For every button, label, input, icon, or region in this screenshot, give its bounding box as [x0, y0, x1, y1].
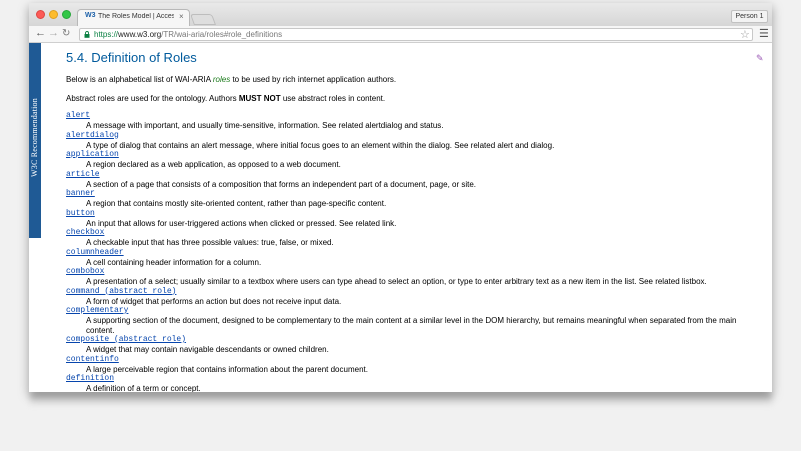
role-description: A cell containing header information for… [86, 257, 262, 267]
abstract-text-end: use abstract roles in content. [280, 94, 386, 103]
url-scheme: https:// [94, 30, 119, 39]
lock-icon [84, 31, 90, 38]
role-description: An input that allows for user-triggered … [86, 218, 397, 228]
intro-text-start: Below is an alphabetical list of WAI-ARI… [66, 75, 213, 84]
browser-window: W3 The Roles Model | Accessi × Person 1 … [29, 3, 772, 392]
title-bar: W3 The Roles Model | Accessi × Person 1 [29, 3, 772, 26]
browser-tab[interactable]: W3 The Roles Model | Accessi × [77, 9, 190, 26]
role-term-link[interactable]: combobox [66, 267, 766, 277]
w3c-favicon-icon: W3 [85, 12, 96, 19]
intro-paragraph: Below is an alphabetical list of WAI-ARI… [66, 75, 396, 84]
maximize-window-button[interactable] [62, 10, 71, 19]
abstract-paragraph: Abstract roles are used for the ontology… [66, 94, 385, 103]
abstract-text-start: Abstract roles are used for the ontology… [66, 94, 239, 103]
url-path: /TR/wai-aria/roles#role_definitions [161, 30, 283, 39]
role-description: A widget that may contain navigable desc… [86, 345, 329, 354]
browser-toolbar: ← → ↻ https://www.w3.org/TR/wai-aria/rol… [29, 26, 772, 43]
star-icon[interactable]: ☆ [740, 28, 750, 41]
role-description: A large perceivable region that contains… [86, 364, 368, 374]
role-term-link[interactable]: columnheader [66, 248, 766, 258]
sidebar-label: W3C Recommendation [30, 98, 39, 177]
role-definition-list: alert A message with important, and usual… [66, 111, 766, 392]
role-term-link[interactable]: alertdialog [66, 131, 766, 141]
role-term-link[interactable]: command (abstract role) [66, 287, 766, 297]
url-text: https://www.w3.org/TR/wai-aria/roles#rol… [94, 30, 282, 39]
address-bar[interactable]: https://www.w3.org/TR/wai-aria/roles#rol… [79, 28, 753, 41]
role-term-link[interactable]: contentinfo [66, 355, 766, 365]
close-window-button[interactable] [36, 10, 45, 19]
role-description: A message with important, and usually ti… [86, 121, 444, 130]
role-term-link[interactable]: article [66, 170, 766, 180]
role-description: A definition of a term or concept. [86, 384, 201, 392]
role-description: A section of a page that consists of a c… [86, 179, 477, 189]
edit-pen-icon[interactable]: ✎ [756, 53, 764, 64]
menu-icon[interactable]: ☰ [759, 27, 769, 40]
tab-close-icon[interactable]: × [179, 12, 184, 21]
role-description: A type of dialog that contains an alert … [86, 140, 555, 150]
role-term-link[interactable]: alert [66, 111, 766, 121]
role-description: A supporting section of the document, de… [86, 316, 737, 335]
back-arrow-icon[interactable]: ← [35, 27, 46, 40]
minimize-window-button[interactable] [49, 10, 58, 19]
role-description: A region that contains mostly site-orien… [86, 199, 387, 208]
role-term-link[interactable]: complementary [66, 306, 766, 316]
role-term-link[interactable]: composite (abstract role) [66, 335, 766, 345]
role-term-link[interactable]: button [66, 209, 766, 219]
profile-button[interactable]: Person 1 [731, 10, 768, 23]
page-content: 5.4. Definition of Roles ✎ Below is an a… [66, 43, 766, 392]
forward-arrow-icon[interactable]: → [48, 27, 59, 40]
role-description: A region declared as a web application, … [86, 160, 341, 169]
roles-link[interactable]: roles [213, 75, 230, 84]
new-tab-button[interactable] [189, 14, 217, 25]
role-term-link[interactable]: definition [66, 374, 766, 384]
must-not-keyword: MUST NOT [238, 94, 281, 103]
section-title: 5.4. Definition of Roles [66, 50, 197, 65]
role-description: A checkable input that has three possibl… [86, 238, 334, 247]
tab-title: The Roles Model | Accessi [98, 13, 174, 20]
role-term-link[interactable]: banner [66, 189, 766, 199]
role-term-link[interactable]: application [66, 150, 766, 160]
reload-icon[interactable]: ↻ [62, 27, 70, 40]
role-term-link[interactable]: checkbox [66, 228, 766, 238]
role-description: A form of widget that performs an action… [86, 296, 342, 306]
intro-text-end: to be used by rich internet application … [230, 75, 397, 84]
window-shadow [30, 392, 772, 406]
url-host: www.w3.org [118, 30, 162, 39]
w3c-recommendation-sidebar[interactable]: W3C Recommendation [29, 43, 41, 238]
role-description: A presentation of a select; usually simi… [86, 277, 707, 286]
